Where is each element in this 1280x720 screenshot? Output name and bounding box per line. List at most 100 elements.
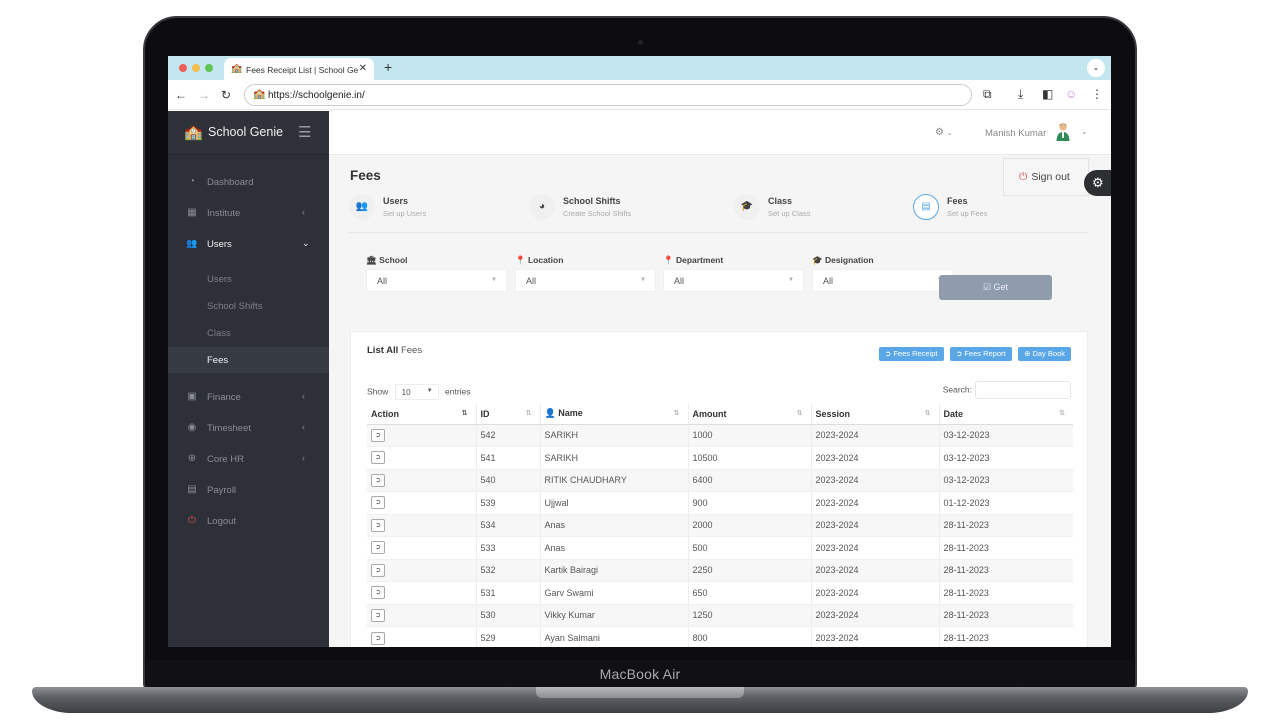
column-label: Action [371, 408, 399, 419]
chevron-down-icon: ⌄ [946, 130, 953, 137]
sidebar-item-finance[interactable]: ▣ Finance ‹ [168, 383, 329, 411]
tab-search-chevron-icon[interactable]: ⌄ [1087, 59, 1105, 77]
page-length-select[interactable]: 10 ▼ [394, 384, 439, 400]
hamburger-menu-icon[interactable]: ☰ [298, 123, 311, 141]
designation-select[interactable]: All▼ [812, 269, 953, 292]
tab-close-icon[interactable]: ✕ [359, 63, 367, 74]
view-receipt-button[interactable]: ➲ [371, 518, 385, 532]
sidebar-subitem-class[interactable]: Class [168, 320, 329, 346]
browser-menu-icon[interactable]: ⋮ [1091, 87, 1103, 101]
cell-date: 03-12-2023 [938, 468, 1073, 492]
step-subtitle: Set up Class [768, 209, 811, 218]
back-arrow-icon[interactable]: ← [175, 88, 187, 102]
cash-register-icon: ▤ [913, 194, 939, 220]
cell-action: ➲ [367, 513, 476, 537]
new-tab-button[interactable]: + [384, 59, 392, 75]
table-search: Search: [943, 381, 1071, 399]
sidebar-subitem-users[interactable]: Users [168, 266, 329, 292]
location-select[interactable]: All ▼ [515, 269, 656, 292]
caret-down-icon: ▼ [426, 388, 433, 394]
view-receipt-button[interactable]: ➲ [371, 586, 385, 600]
cell-date: 28-11-2023 [938, 581, 1073, 604]
cell-amount: 1250 [687, 603, 811, 627]
fees-receipt-button[interactable]: ➲ Fees Receipt [878, 347, 944, 361]
window-minimize-button[interactable] [192, 64, 200, 72]
cell-session: 2023-2024 [810, 423, 939, 447]
side-panel-icon[interactable]: ◧ [1042, 87, 1053, 101]
view-receipt-button[interactable]: ➲ [371, 451, 385, 465]
view-receipt-button[interactable]: ➲ [371, 608, 385, 622]
filter-location: 📍 Location All ▼ [515, 255, 656, 292]
browser-tab[interactable]: 🏫 Fees Receipt List | School Ge ✕ [224, 58, 374, 80]
sidebar-item-timesheet[interactable]: ◉ Timesheet ‹ [168, 414, 329, 442]
school-select[interactable]: All ▼ [366, 269, 507, 292]
extensions-icon[interactable]: ⧉ [983, 87, 992, 102]
get-button[interactable]: ☑ Get [939, 275, 1052, 300]
sidebar: 🏫 School Genie ☰ ◔ Dashboard ▦ Institute… [168, 111, 329, 647]
view-receipt-button[interactable]: ➲ [371, 541, 385, 555]
sidebar-item-logout[interactable]: ⏻ Logout [168, 507, 329, 535]
url-text: https://schoolgenie.in/ [268, 90, 365, 101]
bank-icon: 🏛 [366, 255, 377, 265]
column-header-amount[interactable]: Amount ⇅ [687, 404, 811, 425]
column-header-id[interactable]: ID ⇅ [475, 404, 540, 425]
sidebar-subitem-fees[interactable]: Fees [168, 347, 329, 373]
cell-id: 530 [475, 603, 540, 627]
view-receipt-button[interactable]: ➲ [371, 496, 385, 510]
reload-icon[interactable]: ↻ [221, 88, 231, 102]
chevron-left-icon: ‹ [302, 422, 305, 432]
setup-steps: 👥 Users Set up Users ◕ School Shifts Cre… [349, 193, 1089, 233]
sidebar-subitem-school-shifts[interactable]: School Shifts [168, 293, 329, 319]
column-header-date[interactable]: Date ⇅ [938, 404, 1073, 425]
sidebar-item-dashboard[interactable]: ◔ Dashboard [168, 168, 329, 196]
sidebar-item-label: Core HR [207, 454, 244, 465]
window-close-button[interactable] [179, 64, 187, 72]
cell-amount: 6400 [687, 468, 811, 492]
filter-department: 📍 Department All ▼ [663, 255, 804, 292]
sign-out-button[interactable]: ⏻ Sign out [1003, 158, 1089, 196]
table-row: ➲ 540 RITIK CHAUDHARY 6400 2023-2024 03-12-20… [367, 468, 1073, 492]
column-header-action[interactable]: Action ⇅ [367, 404, 476, 425]
sort-icon: ⇅ [796, 410, 803, 417]
sidebar-item-payroll[interactable]: ▤ Payroll [168, 476, 329, 504]
window-maximize-button[interactable] [205, 64, 213, 72]
site-info-icon[interactable]: 🏫 [253, 89, 265, 100]
caret-down-icon: ▼ [788, 277, 794, 283]
settings-dropdown[interactable]: ⚙ ⌄ [935, 127, 953, 138]
sidebar-subitem-label: Users [207, 274, 232, 285]
cell-name: Kartik Bairagi [539, 558, 688, 582]
gear-icon: ⚙ [935, 127, 944, 138]
address-bar[interactable]: 🏫 https://schoolgenie.in/ [244, 84, 972, 106]
arrow-circle-icon: ➲ [955, 349, 963, 358]
user-name[interactable]: Manish Kumar [985, 128, 1046, 139]
column-header-name[interactable]: 👤 Name ⇅ [539, 404, 688, 425]
download-icon[interactable]: ⤓ [1018, 87, 1023, 102]
chevron-down-icon[interactable]: ⌄ [1081, 127, 1088, 136]
table-row: ➲ 531 Garv Swami 650 2023-2024 28-11-2023 [367, 581, 1073, 604]
map-marker-icon: 📍 [663, 255, 674, 265]
view-receipt-button[interactable]: ➲ [371, 563, 385, 577]
sidebar-item-users[interactable]: 👥 Users ⌄ [168, 230, 329, 258]
forward-arrow-icon[interactable]: → [198, 88, 210, 102]
user-avatar[interactable] [1055, 122, 1071, 142]
sign-out-label: Sign out [1031, 171, 1070, 183]
column-label: Name [558, 408, 583, 419]
cell-name: SARIKH [539, 446, 688, 469]
user-icon: 👤 [544, 408, 556, 419]
sidebar-item-label: Institute [207, 208, 241, 219]
day-book-button[interactable]: ⊕ Day Book [1018, 347, 1071, 361]
cell-id: 540 [475, 468, 540, 492]
view-receipt-button[interactable]: ➲ [371, 428, 385, 442]
check-square-icon: ☑ [982, 282, 992, 292]
sidebar-item-institute[interactable]: ▦ Institute ‹ [168, 199, 329, 227]
column-header-session[interactable]: Session ⇅ [810, 404, 939, 425]
profile-extension-icon[interactable]: ☺ [1065, 87, 1077, 101]
view-receipt-button[interactable]: ➲ [371, 473, 385, 487]
department-select[interactable]: All ▼ [663, 269, 804, 292]
view-receipt-button[interactable]: ➲ [371, 631, 385, 645]
sidebar-item-core-hr[interactable]: ⊕ Core HR ‹ [168, 445, 329, 473]
search-input[interactable] [975, 381, 1071, 399]
fees-report-button[interactable]: ➲ Fees Report [949, 347, 1012, 361]
table-header-row: Action ⇅ ID ⇅ 👤 Name ⇅ Amount ⇅ Session ⇅ Dat… [367, 404, 1073, 425]
caret-down-icon: ▼ [491, 277, 497, 283]
